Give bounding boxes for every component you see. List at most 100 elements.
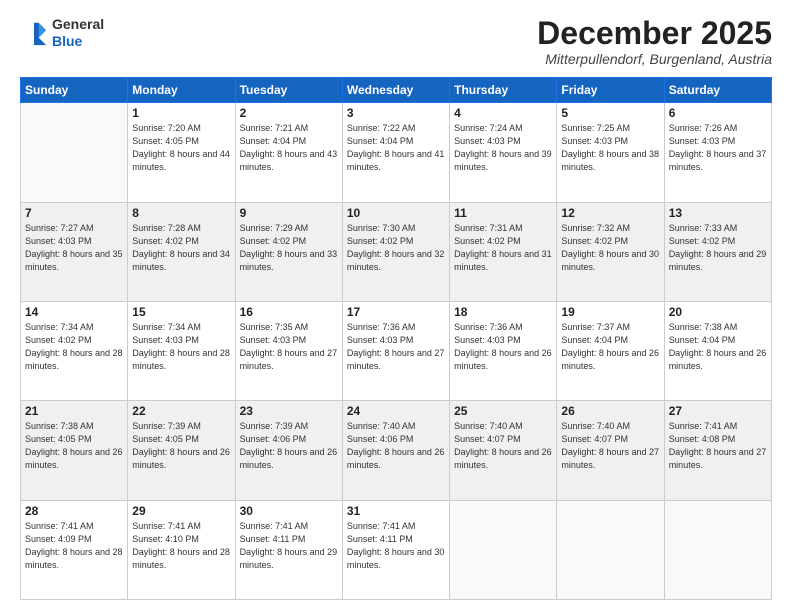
calendar-row: 1Sunrise: 7:20 AMSunset: 4:05 PMDaylight… xyxy=(21,103,772,202)
day-cell-15: 15 Sunrise: 7:34 AMSunset: 4:03 PMDayligh… xyxy=(128,301,235,400)
day-cell-5: 5 Sunrise: 7:25 AMSunset: 4:03 PMDaylight… xyxy=(557,103,664,202)
day-cell-4: 4Sunrise: 7:24 AMSunset: 4:03 PMDaylight… xyxy=(450,103,557,202)
day-number: 23 xyxy=(240,404,338,418)
day-cell-23: 23 Sunrise: 7:39 AMSunset: 4:06 PMDayligh… xyxy=(235,401,342,500)
day-cell-7: 7Sunrise: 7:27 AMSunset: 4:03 PMDaylight… xyxy=(21,202,128,301)
day-cell-6: 6 Sunrise: 7:26 AMSunset: 4:03 PMDaylight… xyxy=(664,103,771,202)
day-number: 5 xyxy=(561,106,659,120)
logo: General Blue xyxy=(20,16,104,50)
header-sunday: Sunday xyxy=(21,78,128,103)
day-info: Sunrise: 7:25 AMSunset: 4:03 PMDaylight:… xyxy=(561,122,659,174)
day-cell-27: 27Sunrise: 7:41 AMSunset: 4:08 PMDayligh… xyxy=(664,401,771,500)
day-cell-26: 26 Sunrise: 7:40 AMSunset: 4:07 PMDayligh… xyxy=(557,401,664,500)
logo-icon xyxy=(20,19,48,47)
day-info: Sunrise: 7:41 AMSunset: 4:09 PMDaylight:… xyxy=(25,520,123,572)
day-info: Sunrise: 7:27 AMSunset: 4:03 PMDaylight:… xyxy=(25,222,123,274)
day-info: Sunrise: 7:41 AMSunset: 4:11 PMDaylight:… xyxy=(347,520,445,572)
day-info: Sunrise: 7:36 AMSunset: 4:03 PMDaylight:… xyxy=(454,321,552,373)
day-number: 27 xyxy=(669,404,767,418)
header-thursday: Thursday xyxy=(450,78,557,103)
empty-cell xyxy=(450,500,557,599)
header-monday: Monday xyxy=(128,78,235,103)
day-number: 28 xyxy=(25,504,123,518)
day-cell-2: 2 Sunrise: 7:21 AMSunset: 4:04 PMDaylight… xyxy=(235,103,342,202)
day-info: Sunrise: 7:39 AMSunset: 4:06 PMDaylight:… xyxy=(240,420,338,472)
calendar-row: 7Sunrise: 7:27 AMSunset: 4:03 PMDaylight… xyxy=(21,202,772,301)
month-title: December 2025 xyxy=(537,16,772,51)
day-number: 3 xyxy=(347,106,445,120)
header-tuesday: Tuesday xyxy=(235,78,342,103)
day-number: 25 xyxy=(454,404,552,418)
day-number: 24 xyxy=(347,404,445,418)
day-info: Sunrise: 7:40 AMSunset: 4:06 PMDaylight:… xyxy=(347,420,445,472)
header-wednesday: Wednesday xyxy=(342,78,449,103)
day-info: Sunrise: 7:39 AMSunset: 4:05 PMDaylight:… xyxy=(132,420,230,472)
day-cell-21: 21Sunrise: 7:38 AMSunset: 4:05 PMDayligh… xyxy=(21,401,128,500)
day-info: Sunrise: 7:38 AMSunset: 4:04 PMDaylight:… xyxy=(669,321,767,373)
day-cell-22: 22 Sunrise: 7:39 AMSunset: 4:05 PMDayligh… xyxy=(128,401,235,500)
day-info: Sunrise: 7:40 AMSunset: 4:07 PMDaylight:… xyxy=(454,420,552,472)
day-cell-20: 20Sunrise: 7:38 AMSunset: 4:04 PMDayligh… xyxy=(664,301,771,400)
title-block: December 2025 Mitterpullendorf, Burgenla… xyxy=(537,16,772,67)
day-cell-29: 29 Sunrise: 7:41 AMSunset: 4:10 PMDayligh… xyxy=(128,500,235,599)
calendar-row: 14Sunrise: 7:34 AMSunset: 4:02 PMDayligh… xyxy=(21,301,772,400)
day-number: 10 xyxy=(347,206,445,220)
empty-cell xyxy=(557,500,664,599)
day-number: 21 xyxy=(25,404,123,418)
day-number: 16 xyxy=(240,305,338,319)
day-cell-10: 10 Sunrise: 7:30 AMSunset: 4:02 PMDayligh… xyxy=(342,202,449,301)
day-info: Sunrise: 7:22 AMSunset: 4:04 PMDaylight:… xyxy=(347,122,445,174)
day-number: 6 xyxy=(669,106,767,120)
day-info: Sunrise: 7:40 AMSunset: 4:07 PMDaylight:… xyxy=(561,420,659,472)
empty-cell xyxy=(21,103,128,202)
day-number: 12 xyxy=(561,206,659,220)
day-info: Sunrise: 7:32 AMSunset: 4:02 PMDaylight:… xyxy=(561,222,659,274)
day-cell-12: 12 Sunrise: 7:32 AMSunset: 4:02 PMDayligh… xyxy=(557,202,664,301)
day-number: 17 xyxy=(347,305,445,319)
header-saturday: Saturday xyxy=(664,78,771,103)
day-cell-14: 14Sunrise: 7:34 AMSunset: 4:02 PMDayligh… xyxy=(21,301,128,400)
day-number: 18 xyxy=(454,305,552,319)
day-number: 29 xyxy=(132,504,230,518)
day-info: Sunrise: 7:37 AMSunset: 4:04 PMDaylight:… xyxy=(561,321,659,373)
calendar-row: 21Sunrise: 7:38 AMSunset: 4:05 PMDayligh… xyxy=(21,401,772,500)
day-number: 26 xyxy=(561,404,659,418)
calendar-row: 28 Sunrise: 7:41 AMSunset: 4:09 PMDayligh… xyxy=(21,500,772,599)
logo-text: General Blue xyxy=(52,16,104,50)
day-cell-28: 28 Sunrise: 7:41 AMSunset: 4:09 PMDayligh… xyxy=(21,500,128,599)
day-info: Sunrise: 7:36 AMSunset: 4:03 PMDaylight:… xyxy=(347,321,445,373)
day-number: 22 xyxy=(132,404,230,418)
day-number: 13 xyxy=(669,206,767,220)
day-info: Sunrise: 7:41 AMSunset: 4:10 PMDaylight:… xyxy=(132,520,230,572)
day-cell-17: 17 Sunrise: 7:36 AMSunset: 4:03 PMDayligh… xyxy=(342,301,449,400)
day-number: 31 xyxy=(347,504,445,518)
day-info: Sunrise: 7:26 AMSunset: 4:03 PMDaylight:… xyxy=(669,122,767,174)
day-info: Sunrise: 7:41 AMSunset: 4:11 PMDaylight:… xyxy=(240,520,338,572)
day-number: 19 xyxy=(561,305,659,319)
day-cell-8: 8Sunrise: 7:28 AMSunset: 4:02 PMDaylight… xyxy=(128,202,235,301)
day-cell-25: 25 Sunrise: 7:40 AMSunset: 4:07 PMDayligh… xyxy=(450,401,557,500)
day-number: 9 xyxy=(240,206,338,220)
day-cell-13: 13 Sunrise: 7:33 AMSunset: 4:02 PMDayligh… xyxy=(664,202,771,301)
day-info: Sunrise: 7:31 AMSunset: 4:02 PMDaylight:… xyxy=(454,222,552,274)
day-cell-3: 3 Sunrise: 7:22 AMSunset: 4:04 PMDaylight… xyxy=(342,103,449,202)
header-friday: Friday xyxy=(557,78,664,103)
day-number: 8 xyxy=(132,206,230,220)
day-cell-16: 16Sunrise: 7:35 AMSunset: 4:03 PMDayligh… xyxy=(235,301,342,400)
day-cell-11: 11Sunrise: 7:31 AMSunset: 4:02 PMDayligh… xyxy=(450,202,557,301)
day-info: Sunrise: 7:33 AMSunset: 4:02 PMDaylight:… xyxy=(669,222,767,274)
day-info: Sunrise: 7:24 AMSunset: 4:03 PMDaylight:… xyxy=(454,122,552,174)
page: General Blue December 2025 Mitterpullend… xyxy=(0,0,792,612)
day-number: 30 xyxy=(240,504,338,518)
day-cell-9: 9Sunrise: 7:29 AMSunset: 4:02 PMDaylight… xyxy=(235,202,342,301)
day-info: Sunrise: 7:34 AMSunset: 4:03 PMDaylight:… xyxy=(132,321,230,373)
day-cell-24: 24 Sunrise: 7:40 AMSunset: 4:06 PMDayligh… xyxy=(342,401,449,500)
empty-cell xyxy=(664,500,771,599)
day-cell-19: 19 Sunrise: 7:37 AMSunset: 4:04 PMDayligh… xyxy=(557,301,664,400)
day-info: Sunrise: 7:30 AMSunset: 4:02 PMDaylight:… xyxy=(347,222,445,274)
day-number: 1 xyxy=(132,106,230,120)
day-number: 2 xyxy=(240,106,338,120)
day-info: Sunrise: 7:21 AMSunset: 4:04 PMDaylight:… xyxy=(240,122,338,174)
header: General Blue December 2025 Mitterpullend… xyxy=(20,16,772,67)
day-number: 15 xyxy=(132,305,230,319)
